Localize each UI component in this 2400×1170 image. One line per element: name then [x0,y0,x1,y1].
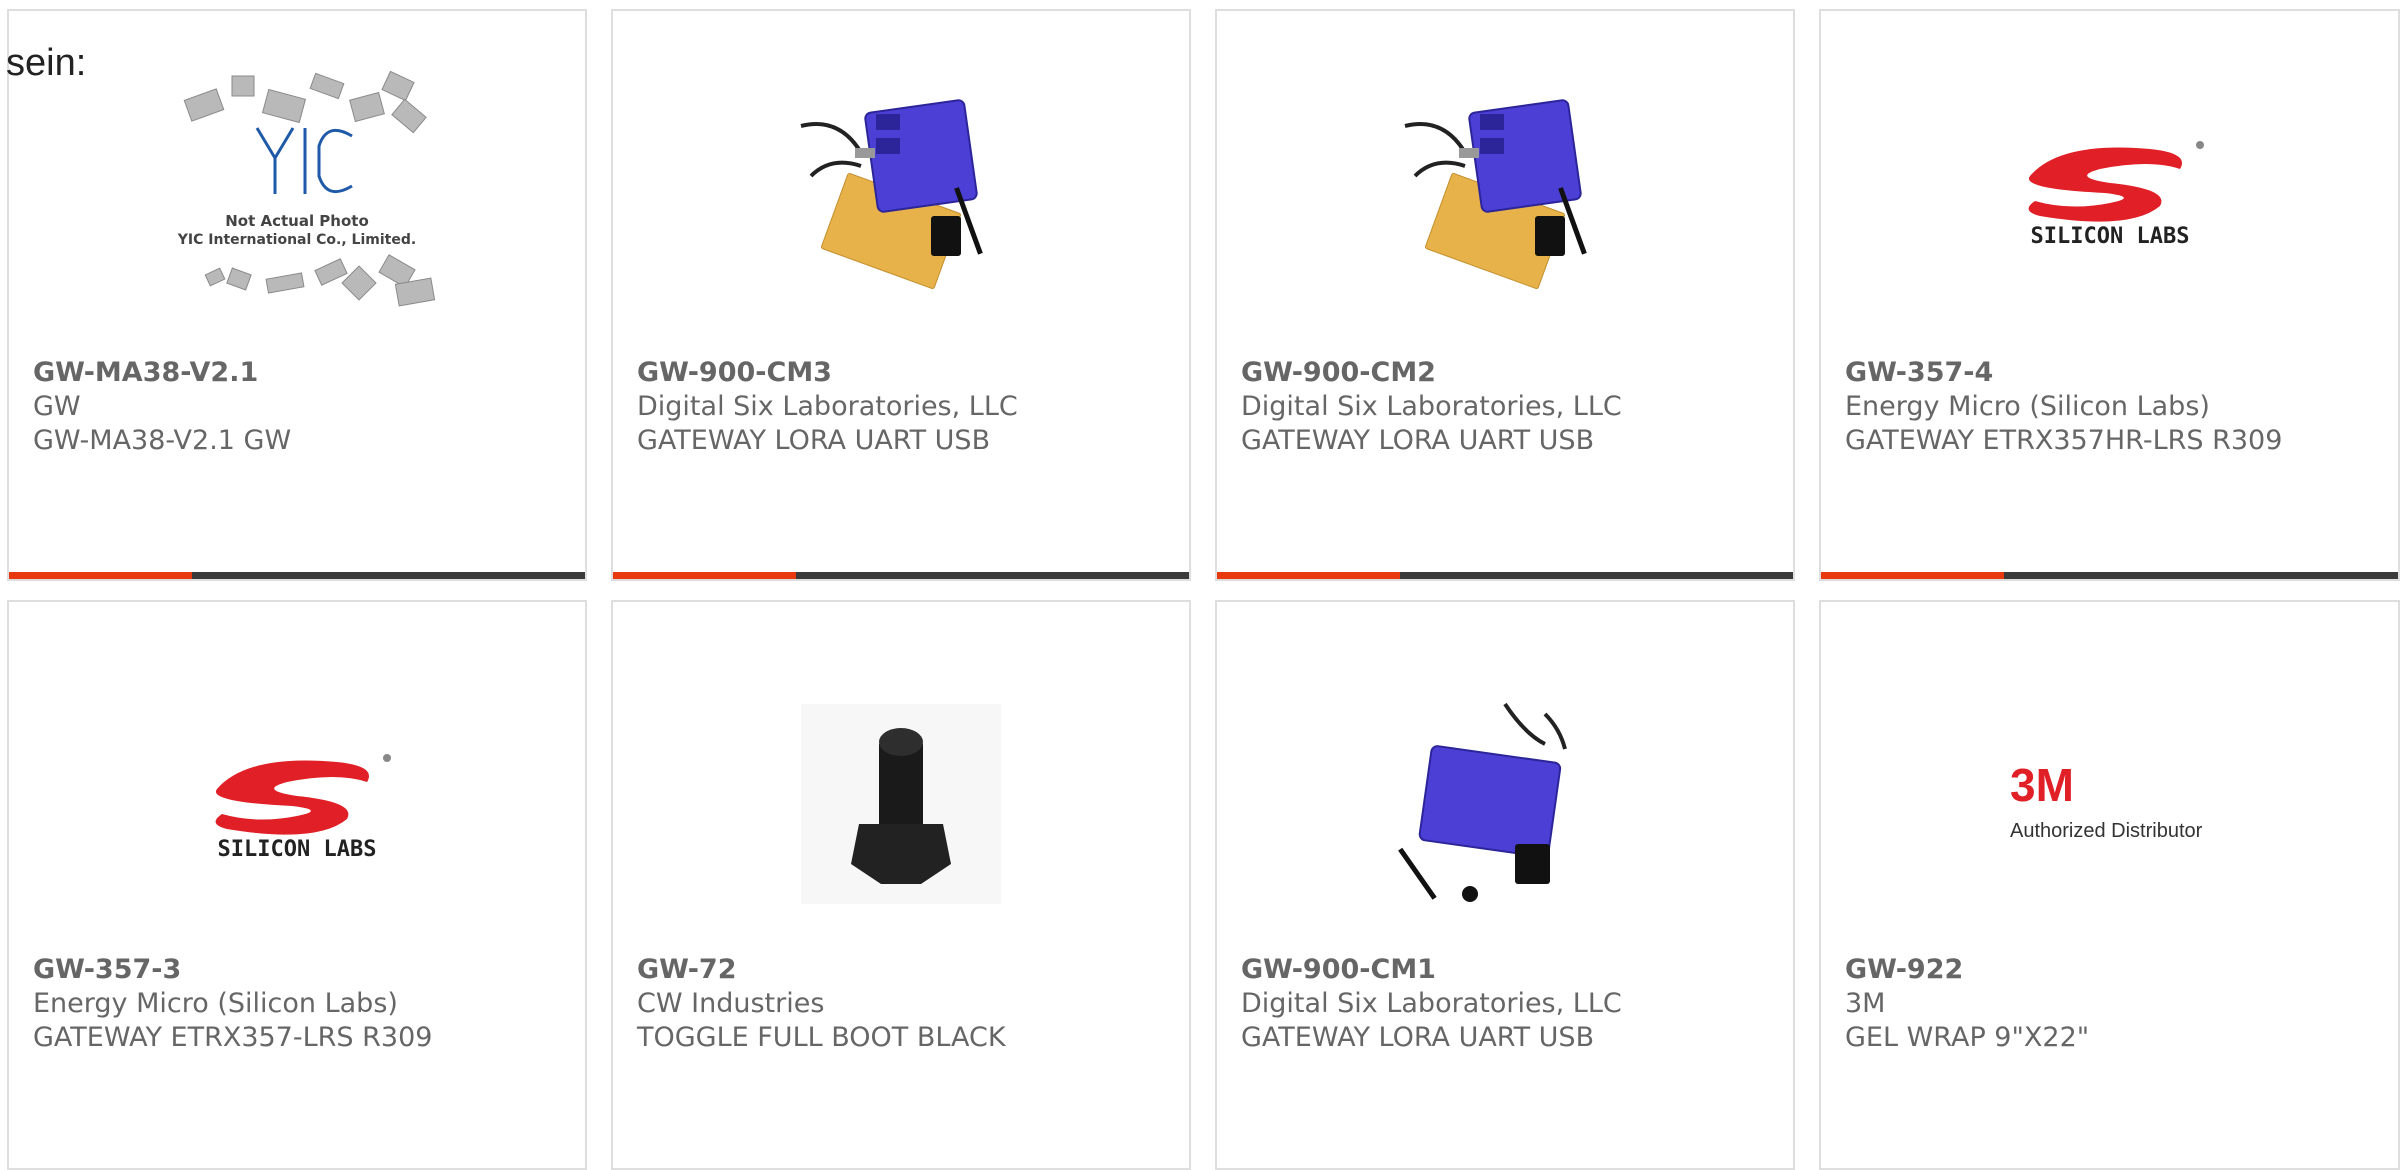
card-bottom-bar [1400,572,1793,579]
manufacturer: Digital Six Laboratories, LLC [637,391,1018,422]
manufacturer: Energy Micro (Silicon Labs) [33,988,398,1019]
description: GEL WRAP 9"X22" [1845,1022,2090,1053]
card-accent-bar [1217,572,1400,579]
part-number[interactable]: GW-900-CM3 [637,357,832,388]
description: GW-MA38-V2.1 GW [33,425,292,456]
manufacturer: Digital Six Laboratories, LLC [1241,988,1622,1019]
description: GATEWAY ETRX357-LRS R309 [33,1022,433,1053]
description: GATEWAY LORA UART USB [1241,1022,1595,1053]
product-card[interactable]: GW-900-CM3 Digital Six Laboratories, LLC… [611,9,1191,581]
card-bottom-bar [2004,572,2398,579]
svg-text:Not Actual Photo: Not Actual Photo [225,212,369,230]
product-card[interactable]: 3M Authorized Distributor GW-922 3M GEL … [1819,600,2400,1170]
svg-text:Authorized Distributor: Authorized Distributor [2010,820,2203,842]
part-number[interactable]: GW-357-3 [33,954,181,985]
description: GATEWAY LORA UART USB [1241,425,1595,456]
svg-text:3M: 3M [2010,759,2074,811]
product-grid: Not Actual Photo YIC International Co., … [0,0,2400,1170]
part-number[interactable]: GW-72 [637,954,737,985]
product-card[interactable]: GW-900-CM1 Digital Six Laboratories, LLC… [1215,600,1795,1170]
product-image [613,694,1189,914]
manufacturer: 3M [1845,988,1886,1019]
card-bottom-bar [192,572,585,579]
part-number[interactable]: GW-900-CM2 [1241,357,1436,388]
product-image: 3M Authorized Distributor [1821,694,2398,914]
product-card[interactable]: Not Actual Photo YIC International Co., … [7,9,587,581]
product-image [613,81,1189,301]
card-accent-bar [9,572,192,579]
manufacturer: CW Industries [637,988,825,1019]
product-card[interactable]: SILICON LABS GW-357-4 Energy Micro (Sili… [1819,9,2400,581]
product-card[interactable]: SILICON LABS GW-357-3 Energy Micro (Sili… [7,600,587,1170]
description: GATEWAY LORA UART USB [637,425,991,456]
section-heading: sein: [6,42,87,84]
product-image: SILICON LABS [1821,81,2398,301]
product-image [1217,694,1793,914]
part-number[interactable]: GW-357-4 [1845,357,1993,388]
svg-text:YIC International Co., Limited: YIC International Co., Limited. [177,232,416,248]
product-image: Not Actual Photo YIC International Co., … [9,70,585,307]
svg-text:SILICON LABS: SILICON LABS [2030,224,2189,249]
card-accent-bar [1821,572,2004,579]
manufacturer: Energy Micro (Silicon Labs) [1845,391,2210,422]
svg-text:SILICON LABS: SILICON LABS [218,837,377,862]
description: GATEWAY ETRX357HR-LRS R309 [1845,425,2283,456]
manufacturer: Digital Six Laboratories, LLC [1241,391,1622,422]
card-bottom-bar [796,572,1189,579]
product-card[interactable]: GW-72 CW Industries TOGGLE FULL BOOT BLA… [611,600,1191,1170]
product-image: SILICON LABS [9,694,585,914]
product-image [1217,81,1793,301]
manufacturer: GW [33,391,81,422]
part-number[interactable]: GW-922 [1845,954,1963,985]
card-accent-bar [613,572,796,579]
description: TOGGLE FULL BOOT BLACK [637,1022,1006,1053]
part-number[interactable]: GW-MA38-V2.1 [33,357,258,388]
part-number[interactable]: GW-900-CM1 [1241,954,1436,985]
product-card[interactable]: GW-900-CM2 Digital Six Laboratories, LLC… [1215,9,1795,581]
